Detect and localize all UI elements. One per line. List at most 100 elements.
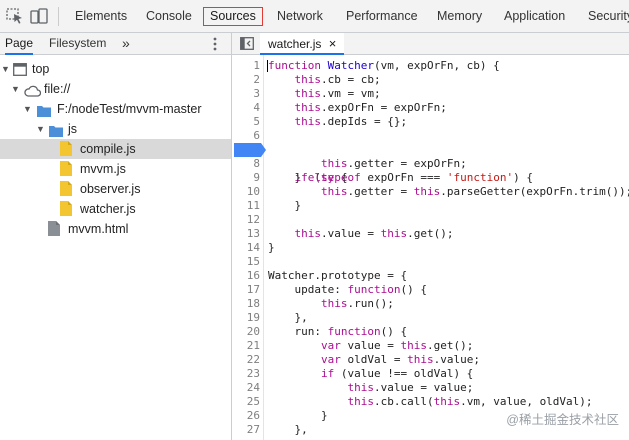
navigator-tabs: Page Filesystem » — [0, 33, 231, 55]
code-line: 22 var oldVal = this.value; — [232, 353, 629, 367]
code-line: 21 var value = this.get(); — [232, 339, 629, 353]
toggle-navigator-icon[interactable] — [240, 37, 254, 53]
code-line: 10 this.getter = this.parseGetter(expOrF… — [232, 185, 629, 199]
code-line: 14} — [232, 241, 629, 255]
line-number[interactable]: 25 — [232, 395, 260, 409]
line-number[interactable]: 8 — [232, 157, 260, 171]
line-number[interactable]: 24 — [232, 381, 260, 395]
tree-item-mvvm-js[interactable]: mvvm.js — [0, 159, 231, 179]
tree-item-compile-js[interactable]: compile.js — [0, 139, 231, 159]
line-number[interactable]: 16 — [232, 269, 260, 283]
code-line: 13 this.value = this.get(); — [232, 227, 629, 241]
code-text: this.run(); — [320, 297, 394, 310]
code-text: this.cb.call(this.vm, value, oldVal); — [347, 395, 593, 408]
line-number[interactable]: 21 — [232, 339, 260, 353]
code-line: 2 this.cb = cb; — [232, 73, 629, 87]
expand-triangle-icon[interactable]: ▼ — [11, 79, 20, 99]
tree-item-folder-js[interactable]: ▼ js — [0, 119, 231, 139]
line-number[interactable]: 23 — [232, 367, 260, 381]
line-number[interactable]: 15 — [232, 255, 260, 269]
line-number[interactable]: 12 — [232, 213, 260, 227]
code-line: 20 run: function() { — [232, 325, 629, 339]
tab-application[interactable]: Application — [504, 0, 565, 33]
tree-item-top[interactable]: ▼ top — [0, 59, 231, 79]
code-line: 6 — [232, 129, 629, 143]
kebab-menu-icon[interactable] — [210, 33, 220, 55]
code-line: 9 } else { — [232, 171, 629, 185]
toolbar-separator — [58, 7, 59, 26]
tab-console[interactable]: Console — [146, 0, 192, 33]
tree-item-observer-js[interactable]: observer.js — [0, 179, 231, 199]
code-line: 15 — [232, 255, 629, 269]
line-number[interactable]: 26 — [232, 409, 260, 423]
line-number[interactable]: 4 — [232, 101, 260, 115]
code-text: if (value !== oldVal) { — [320, 367, 474, 380]
line-number[interactable]: 13 — [232, 227, 260, 241]
code-line: 25 this.cb.call(this.vm, value, oldVal); — [232, 395, 629, 409]
expand-triangle-icon[interactable]: ▼ — [23, 99, 32, 119]
tree-item-folder-mvvm-master[interactable]: ▼ F:/nodeTest/mvvm-master — [0, 99, 231, 119]
code-lines[interactable]: 1 function Watcher(vm, expOrFn, cb) { 2 t… — [232, 59, 629, 437]
close-icon[interactable]: × — [329, 36, 337, 51]
line-number[interactable]: 6 — [232, 129, 260, 143]
line-number[interactable]: 18 — [232, 297, 260, 311]
code-text: var value = this.get(); — [320, 339, 474, 352]
html-file-icon — [48, 221, 60, 242]
line-number[interactable]: 17 — [232, 283, 260, 297]
expand-triangle-icon[interactable]: ▼ — [36, 119, 45, 139]
tab-performance[interactable]: Performance — [346, 0, 418, 33]
device-toolbar-icon[interactable] — [30, 8, 48, 24]
line-number[interactable]: 22 — [232, 353, 260, 367]
line-number[interactable]: 1 — [232, 59, 260, 73]
code-text: } — [268, 409, 328, 422]
tree-label: js — [68, 122, 78, 136]
inspect-element-icon[interactable] — [6, 8, 24, 24]
code-line: 7 if (typeof expOrFn === 'function') { — [232, 143, 629, 184]
line-number[interactable]: 3 — [232, 87, 260, 101]
editor-file-tab[interactable]: watcher.js × — [260, 33, 345, 55]
code-line: 24 this.value = value; — [232, 381, 629, 395]
code-text: }, — [268, 311, 308, 324]
tree-item-mvvm-html[interactable]: mvvm.html — [0, 219, 231, 239]
tree-label: mvvm.js — [80, 162, 126, 176]
line-number[interactable]: 27 — [232, 423, 260, 437]
line-number[interactable]: 11 — [232, 199, 260, 213]
code-text: update: function() { — [268, 283, 427, 296]
code-line: 5 this.depIds = {}; — [232, 115, 629, 129]
tab-security[interactable]: Security — [588, 0, 629, 33]
line-number[interactable]: 5 — [232, 115, 260, 129]
line-number[interactable]: 20 — [232, 325, 260, 339]
line-number[interactable]: 9 — [232, 171, 260, 185]
code-text: Watcher.prototype = { — [268, 269, 408, 282]
code-text: this.vm = vm; — [294, 87, 381, 100]
code-line: 4 this.expOrFn = expOrFn; — [232, 101, 629, 115]
tree-label: F:/nodeTest/mvvm-master — [57, 102, 202, 116]
code-line: 19 }, — [232, 311, 629, 325]
line-number[interactable]: 2 — [232, 73, 260, 87]
tree-item-file-origin[interactable]: ▼ file:// — [0, 79, 231, 99]
more-tabs-icon[interactable]: » — [122, 33, 130, 55]
code-line: 11 } — [232, 199, 629, 213]
tab-sources[interactable]: Sources — [203, 7, 263, 26]
code-text: this.getter = this.parseGetter(expOrFn.t… — [320, 185, 629, 198]
code-line: 1 function Watcher(vm, expOrFn, cb) { — [232, 59, 629, 73]
code-line: 18 this.run(); — [232, 297, 629, 311]
tab-memory[interactable]: Memory — [437, 0, 482, 33]
watermark: @稀土掘金技术社区 — [506, 413, 619, 427]
file-tab-label: watcher.js — [268, 37, 322, 51]
line-number[interactable]: 14 — [232, 241, 260, 255]
tree-label: compile.js — [80, 142, 136, 156]
tab-filesystem[interactable]: Filesystem — [49, 33, 106, 55]
code-text: this.getter = expOrFn; — [320, 157, 467, 170]
line-number[interactable]: 19 — [232, 311, 260, 325]
tree-item-watcher-js[interactable]: watcher.js — [0, 199, 231, 219]
code-text: function Watcher(vm, expOrFn, cb) { — [268, 59, 500, 72]
line-number[interactable]: 10 — [232, 185, 260, 199]
breakpoint-marker[interactable]: 7 — [234, 143, 267, 184]
expand-triangle-icon[interactable]: ▼ — [1, 59, 10, 79]
code-text: this.value = value; — [347, 381, 474, 394]
tab-network[interactable]: Network — [277, 0, 323, 33]
code-text: } — [268, 241, 275, 254]
tab-page[interactable]: Page — [5, 33, 34, 55]
tab-elements[interactable]: Elements — [75, 0, 127, 33]
